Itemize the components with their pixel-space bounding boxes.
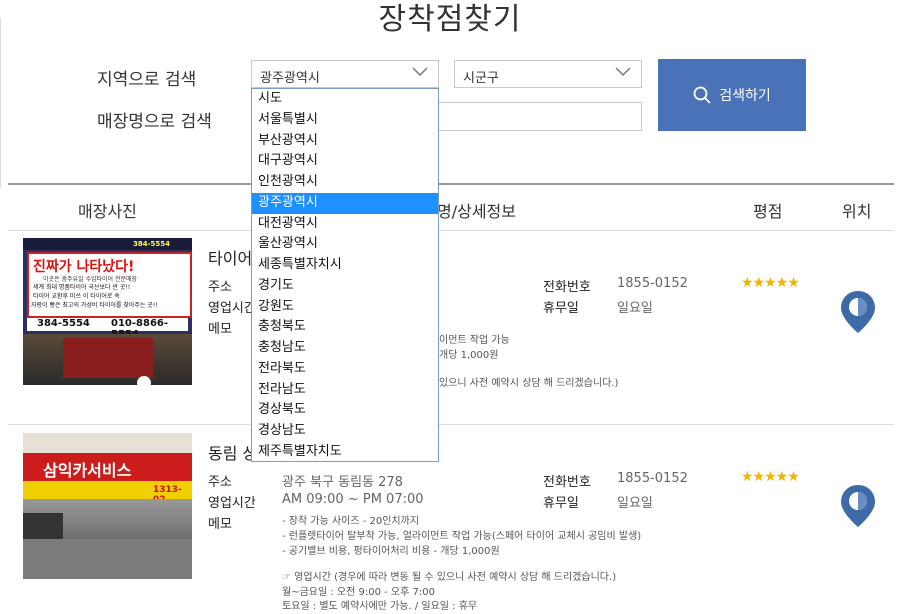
- dropdown-option[interactable]: 서울특별시: [252, 110, 438, 131]
- address-label: 주소: [208, 280, 232, 295]
- sido-select-value: 광주광역시: [260, 71, 320, 86]
- dropdown-option[interactable]: 충청북도: [252, 317, 438, 338]
- dropdown-option[interactable]: 충청남도: [252, 338, 438, 359]
- dropdown-option[interactable]: 경상북도: [252, 400, 438, 421]
- dropdown-option[interactable]: 세종특별자치시: [252, 255, 438, 276]
- sido-select[interactable]: 광주광역시: [251, 60, 439, 88]
- store-photo[interactable]: 384-5554 진짜가 나타났다! 이곳은 광주유일 수입타이어 전문매장 세…: [23, 238, 192, 385]
- store-name[interactable]: 동림 상: [208, 440, 257, 464]
- rating-stars: ★★★★★: [741, 469, 800, 485]
- memo-line: 개당 1,000원: [439, 350, 499, 361]
- phone-label: 전화번호: [543, 280, 591, 295]
- sido-dropdown-list[interactable]: 시도 서울특별시 부산광역시 대구광역시 인천광역시 광주광역시 대전광역시 울산광역시 세종특…: [251, 88, 439, 462]
- hours-value: AM 09:00 ~ PM 07:00: [282, 492, 424, 507]
- dropdown-option[interactable]: 대구광역시: [252, 151, 438, 172]
- region-search-label: 지역으로 검색: [97, 70, 197, 90]
- memo-line: - 공기밸브 비용, 펑타이어처리 비용 - 개당 1,000원: [282, 546, 500, 557]
- holiday-label: 휴무일: [543, 301, 579, 316]
- dropdown-option[interactable]: 경상남도: [252, 421, 438, 442]
- search-button-label: 검색하기: [719, 88, 771, 104]
- table-header-rule: [8, 183, 894, 185]
- dropdown-option[interactable]: 시도: [252, 89, 438, 110]
- memo-line: 있으니 사전 예약시 상담 해 드리겠습니다.): [439, 378, 619, 389]
- memo-line: 토요일 : 별도 예약시에만 가능. / 일요일 : 휴무: [282, 601, 478, 612]
- holiday-value: 일요일: [617, 496, 653, 511]
- dropdown-option[interactable]: 경기도: [252, 276, 438, 297]
- memo-line: - 장착 가능 사이즈 - 20인치까지: [282, 516, 420, 527]
- page-title: 장착점찾기: [378, 2, 522, 37]
- chevron-down-icon: [412, 67, 428, 77]
- dropdown-option[interactable]: 제주특별자치도: [252, 442, 438, 463]
- map-pin-icon[interactable]: [840, 484, 876, 528]
- dropdown-option[interactable]: 울산광역시: [252, 234, 438, 255]
- hours-label: 영업시간: [208, 301, 256, 316]
- sigungu-select-value: 시군구: [463, 71, 499, 86]
- column-header-photo: 매장사진: [78, 202, 137, 221]
- column-header-info: 명/상세정보: [437, 202, 516, 221]
- memo-line: ☞ 영업시간 (경우에 따라 변동 될 수 있으니 사전 예약시 상담 해 드리…: [282, 572, 617, 583]
- dropdown-option[interactable]: 강원도: [252, 297, 438, 318]
- dropdown-option[interactable]: 전라북도: [252, 359, 438, 380]
- memo-label: 메모: [208, 322, 232, 337]
- map-pin-icon[interactable]: [840, 290, 876, 334]
- store-photo[interactable]: 삼익카서비스 1313-02: [23, 433, 192, 579]
- holiday-value: 일요일: [617, 301, 653, 316]
- search-button[interactable]: 검색하기: [658, 59, 806, 131]
- dropdown-option[interactable]: 전라남도: [252, 380, 438, 401]
- dropdown-option[interactable]: 대전광역시: [252, 214, 438, 235]
- phone-value: 1855-0152: [617, 471, 688, 486]
- hours-label: 영업시간: [208, 496, 256, 511]
- phone-value: 1855-0152: [617, 276, 688, 291]
- chevron-down-icon: [615, 67, 631, 77]
- search-icon: [693, 86, 711, 104]
- store-search-label: 매장명으로 검색: [97, 112, 212, 132]
- rating-stars: ★★★★★: [741, 275, 800, 291]
- row-divider: [8, 424, 894, 425]
- column-header-rating: 평점: [753, 202, 783, 221]
- memo-label: 메모: [208, 517, 232, 532]
- dropdown-option[interactable]: 인천광역시: [252, 172, 438, 193]
- store-name[interactable]: 타이어: [208, 245, 252, 269]
- holiday-label: 휴무일: [543, 496, 579, 511]
- header-bottom-rule: [8, 230, 894, 231]
- sigungu-select[interactable]: 시군구: [454, 60, 642, 88]
- column-header-location: 위치: [842, 202, 872, 221]
- left-divider: [0, 18, 1, 188]
- phone-label: 전화번호: [543, 475, 591, 490]
- dropdown-option[interactable]: 광주광역시: [252, 192, 438, 214]
- memo-line: 이먼트 작업 가능: [439, 335, 510, 346]
- memo-line: - 런플렛타이어 탈부착 가능, 얼라이먼트 작업 가능(스페어 타이어 교체시…: [282, 531, 642, 542]
- memo-line: 월~금요일 : 오전 9:00 - 오후 7:00: [282, 587, 435, 598]
- dropdown-option[interactable]: 부산광역시: [252, 131, 438, 152]
- address-value: 광주 북구 동림동 278: [282, 475, 403, 490]
- address-label: 주소: [208, 475, 232, 490]
